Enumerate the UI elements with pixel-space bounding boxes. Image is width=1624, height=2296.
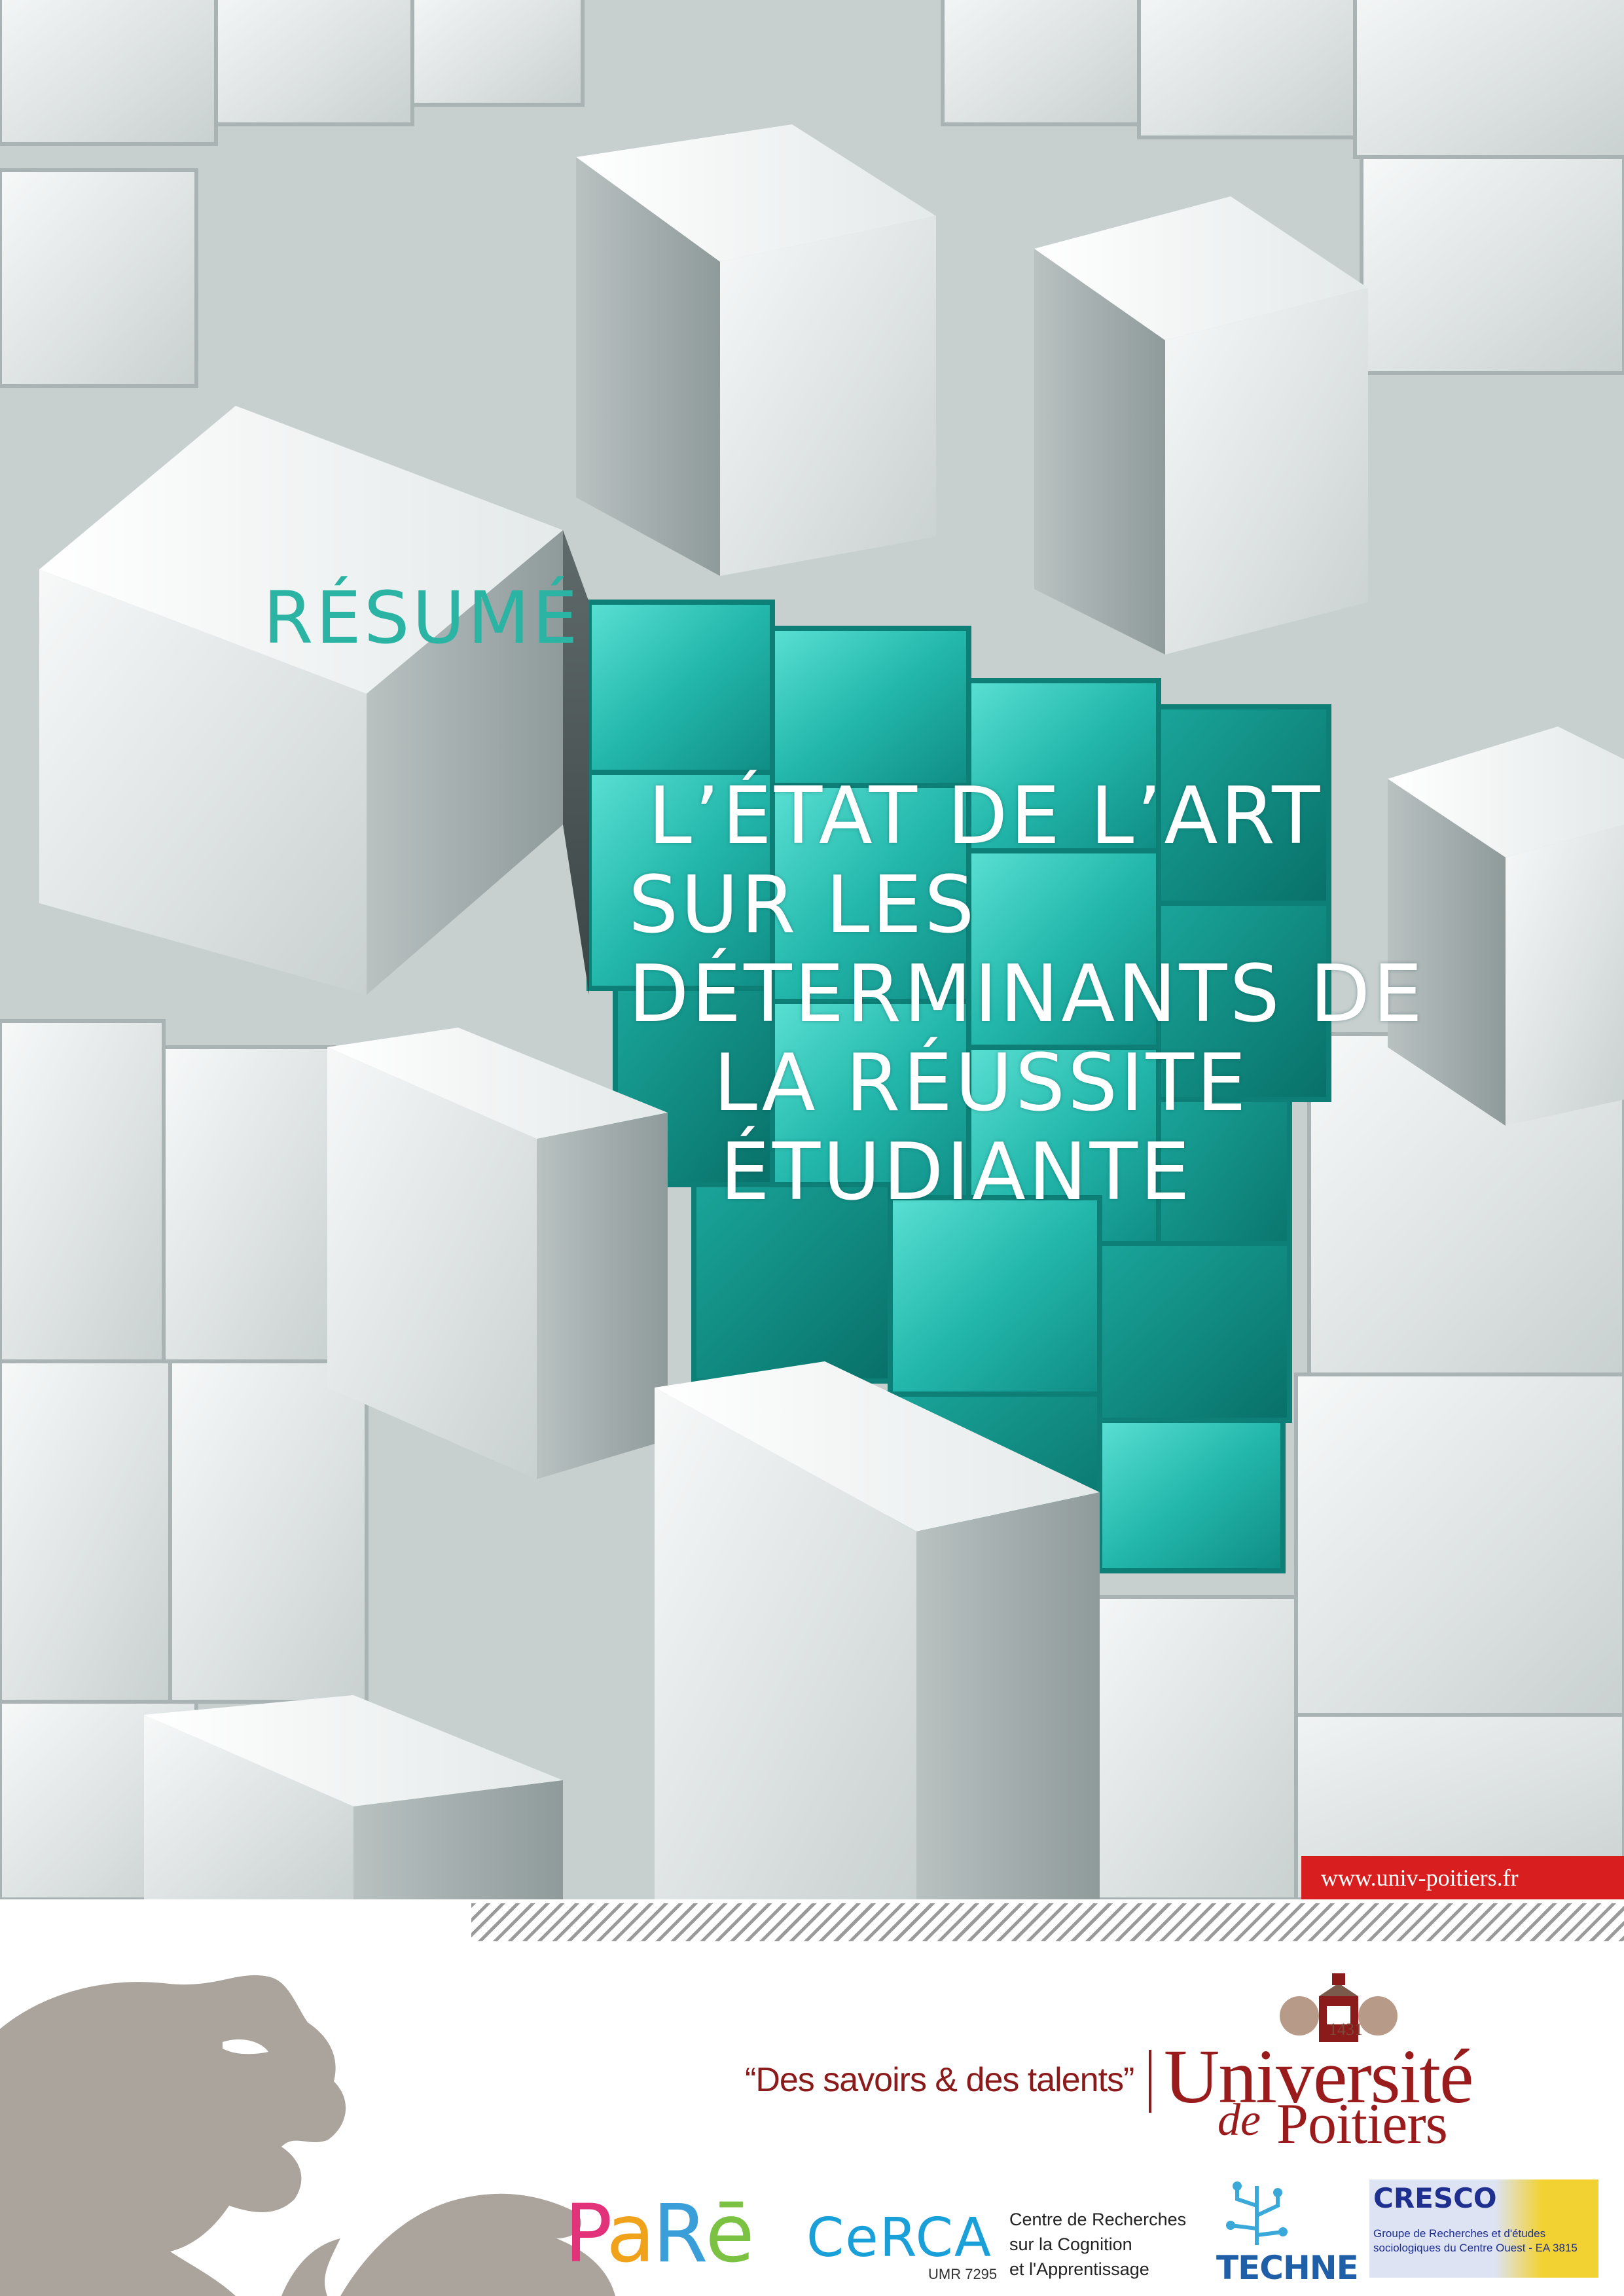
techne-logo: TECHNE bbox=[1216, 2249, 1359, 2287]
university-name-de: de bbox=[1218, 2095, 1261, 2145]
title-line-5: étudiante bbox=[720, 1127, 1193, 1218]
cerca-logo: CeRCA bbox=[806, 2207, 992, 2269]
cover-image: Résumé L’état de l’art sur les détermina… bbox=[0, 0, 1624, 1899]
title-line-2: sur les bbox=[628, 860, 977, 951]
university-city: Poitiers bbox=[1276, 2092, 1448, 2156]
cresco-logo: CRESCO bbox=[1373, 2182, 1497, 2214]
cresco-description: Groupe de Recherches et d'études sociolo… bbox=[1373, 2227, 1578, 2254]
title-line-4: la réussite bbox=[713, 1038, 1249, 1129]
website-url[interactable]: www.univ-poitiers.fr bbox=[1301, 1856, 1624, 1899]
hatched-band bbox=[471, 1903, 1624, 1941]
tagline-divider bbox=[1149, 2050, 1151, 2113]
cerca-description: Centre de Recherches sur la Cognition et… bbox=[1009, 2210, 1187, 2279]
resume-label: Résumé bbox=[263, 576, 581, 660]
cerca-umr: UMR 7295 bbox=[928, 2266, 998, 2282]
techne-circuit-icon bbox=[1226, 2181, 1288, 2245]
lion-emblem-icon bbox=[0, 1975, 615, 2296]
university-tagline: “Des savoirs & des talents” bbox=[745, 2061, 1134, 2099]
title-line-3: déterminants de bbox=[628, 949, 1426, 1040]
title-line-1: L’état de l’art bbox=[648, 771, 1323, 862]
pare-logo: PaRē bbox=[564, 2187, 755, 2280]
document-title: L’état de l’art sur les déterminants de … bbox=[583, 772, 1434, 1217]
